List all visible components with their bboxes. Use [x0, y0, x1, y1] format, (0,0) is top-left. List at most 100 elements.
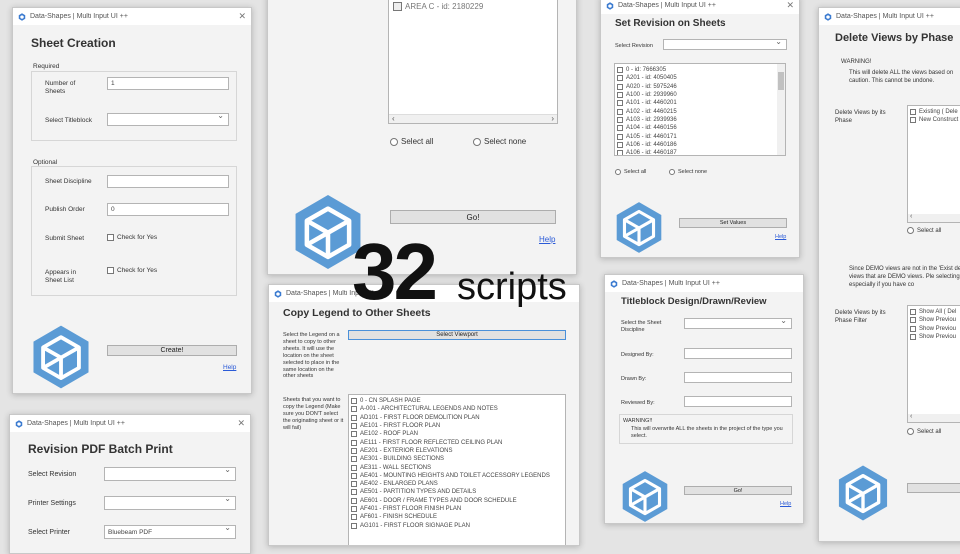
appears-in-list-checkbox[interactable]: Check for Yes	[107, 267, 157, 274]
list-item[interactable]: A101 - id: 4460201	[615, 99, 785, 107]
revision-select[interactable]	[663, 39, 787, 50]
list-item[interactable]: New Construct	[908, 116, 960, 124]
checkbox-icon[interactable]	[351, 481, 357, 488]
titleblock-select[interactable]	[107, 113, 229, 126]
revision-sheet-list[interactable]: 0 - id: 7666305 A201 - id: 4050405 A020 - …	[614, 63, 786, 156]
select-all-radio[interactable]: Select all	[615, 169, 646, 175]
list-item[interactable]: AE201 - EXTERIOR ELEVATIONS	[349, 447, 565, 455]
checkbox-icon[interactable]	[351, 406, 357, 413]
checkbox-icon[interactable]	[351, 398, 357, 405]
list-item[interactable]: A105 - id: 4460171	[615, 132, 785, 140]
list-item[interactable]: A020 - id: 5975246	[615, 83, 785, 91]
checkbox-icon[interactable]	[351, 497, 357, 504]
scroll-left-icon[interactable]: ‹	[392, 114, 395, 123]
checkbox-icon[interactable]	[351, 472, 357, 479]
select-all-radio-2[interactable]: Select all	[907, 428, 941, 435]
list-item[interactable]: A103 - id: 2939936	[615, 116, 785, 124]
checkbox-icon[interactable]	[107, 267, 114, 274]
list-item[interactable]: AD101 - FIRST FLOOR DEMOLITION PLAN	[349, 414, 565, 422]
phase-filter-list[interactable]: Show All ( Del Show Previou Show Previou Sh…	[907, 305, 960, 423]
checkbox-icon[interactable]	[351, 514, 357, 521]
go-button[interactable]: Go!	[684, 486, 792, 495]
list-item[interactable]: A201 - id: 4050405	[615, 74, 785, 82]
help-link[interactable]: Help	[223, 364, 236, 371]
checkbox-icon[interactable]	[617, 92, 623, 99]
printer-select[interactable]: Bluebeam PDF	[104, 525, 236, 539]
phase-list[interactable]: Existing ( Dele New Construct ‹	[907, 105, 960, 223]
drawn-by-input[interactable]	[684, 372, 792, 383]
list-item[interactable]: Show All ( Del	[908, 308, 960, 316]
checkbox-icon[interactable]	[617, 83, 623, 90]
list-item[interactable]: AE102 - ROOF PLAN	[349, 430, 565, 438]
help-link[interactable]: Help	[775, 234, 786, 240]
scroll-left-icon[interactable]: ‹	[910, 213, 912, 220]
checkbox-icon[interactable]	[107, 234, 114, 241]
list-item[interactable]: AG101 - FIRST FLOOR SIGNAGE PLAN	[349, 521, 565, 529]
radio-icon[interactable]	[615, 169, 621, 175]
run-button[interactable]	[907, 483, 960, 493]
select-none-radio[interactable]: Select none	[473, 137, 526, 146]
list-item[interactable]: AE401 - MOUNTING HEIGHTS AND TOILET ACCE…	[349, 472, 565, 480]
list-item[interactable]: Show Previou	[908, 333, 960, 341]
checkbox-icon[interactable]	[617, 67, 623, 74]
list-item[interactable]: A100 - id: 2939960	[615, 91, 785, 99]
list-item[interactable]: Show Previou	[908, 316, 960, 324]
checkbox-icon[interactable]	[617, 125, 623, 132]
checkbox-icon[interactable]	[351, 414, 357, 421]
scroll-right-icon[interactable]: ›	[551, 114, 554, 123]
list-item[interactable]: A102 - id: 4460215	[615, 107, 785, 115]
area-list[interactable]: AREA C - id: 2180229 ‹ ›	[388, 0, 558, 124]
checkbox-icon[interactable]	[910, 117, 916, 124]
publish-order-input[interactable]: 0	[107, 203, 229, 216]
submit-sheet-checkbox[interactable]: Check for Yes	[107, 234, 157, 241]
checkbox-icon[interactable]	[910, 109, 916, 116]
help-link[interactable]: Help	[780, 501, 791, 507]
help-link[interactable]: Help	[539, 235, 555, 244]
close-icon[interactable]: ✕	[238, 11, 246, 22]
list-item[interactable]: AF601 - FINISH SCHEDULE	[349, 513, 565, 521]
close-icon[interactable]: ✕	[786, 0, 794, 11]
checkbox-icon[interactable]	[910, 309, 916, 316]
number-of-sheets-input[interactable]: 1	[107, 77, 229, 90]
select-all-radio[interactable]: Select all	[390, 137, 433, 146]
checkbox-icon[interactable]	[617, 141, 623, 148]
checkbox-icon[interactable]	[351, 522, 357, 529]
list-item[interactable]: 0 - CN SPLASH PAGE	[349, 397, 565, 405]
list-item[interactable]: AE311 - WALL SECTIONS	[349, 463, 565, 471]
printer-settings-select[interactable]	[104, 496, 236, 510]
scrollbar-thumb[interactable]	[778, 72, 784, 90]
list-item[interactable]: Show Previou	[908, 325, 960, 333]
list-item[interactable]: AE301 - BUILDING SECTIONS	[349, 455, 565, 463]
designed-by-input[interactable]	[684, 348, 792, 359]
radio-icon[interactable]	[390, 137, 398, 146]
checkbox-icon[interactable]	[617, 108, 623, 115]
list-item[interactable]: AF401 - FIRST FLOOR FINISH PLAN	[349, 505, 565, 513]
scroll-left-icon[interactable]: ‹	[910, 413, 912, 420]
revision-select[interactable]	[104, 467, 236, 481]
list-item[interactable]: AE101 - FIRST FLOOR PLAN	[349, 422, 565, 430]
checkbox-icon[interactable]	[351, 456, 357, 463]
list-item[interactable]: A-001 - ARCHITECTURAL LEGENDS AND NOTES	[349, 405, 565, 413]
list-item[interactable]: AE501 - PARTITION TYPES AND DETAILS	[349, 488, 565, 496]
sheet-discipline-input[interactable]	[107, 175, 229, 188]
select-viewport-button[interactable]: Select Viewport	[348, 330, 566, 340]
checkbox-icon[interactable]	[617, 116, 623, 123]
select-none-radio[interactable]: Select none	[669, 169, 707, 175]
checkbox-icon[interactable]	[617, 133, 623, 140]
radio-icon[interactable]	[907, 428, 914, 435]
checkbox-icon[interactable]	[351, 489, 357, 496]
list-item[interactable]: AE601 - DOOR / FRAME TYPES AND DOOR SCHE…	[349, 497, 565, 505]
checkbox-icon[interactable]	[351, 447, 357, 454]
go-button[interactable]: Go!	[390, 210, 556, 224]
checkbox-icon[interactable]	[910, 334, 916, 341]
checkbox-icon[interactable]	[351, 431, 357, 438]
checkbox-icon[interactable]	[910, 325, 916, 332]
checkbox-icon[interactable]	[393, 2, 402, 11]
radio-icon[interactable]	[473, 137, 481, 146]
horizontal-scrollbar[interactable]: ‹ ›	[389, 114, 557, 123]
list-item[interactable]: AE111 - FIRST FLOOR REFLECTED CEILING PL…	[349, 438, 565, 446]
create-button[interactable]: Create!	[107, 345, 237, 356]
list-item[interactable]: A106 - id: 4460187	[615, 149, 785, 155]
list-item[interactable]: 0 - id: 7666305	[615, 66, 785, 74]
set-values-button[interactable]: Set Values	[679, 218, 787, 228]
